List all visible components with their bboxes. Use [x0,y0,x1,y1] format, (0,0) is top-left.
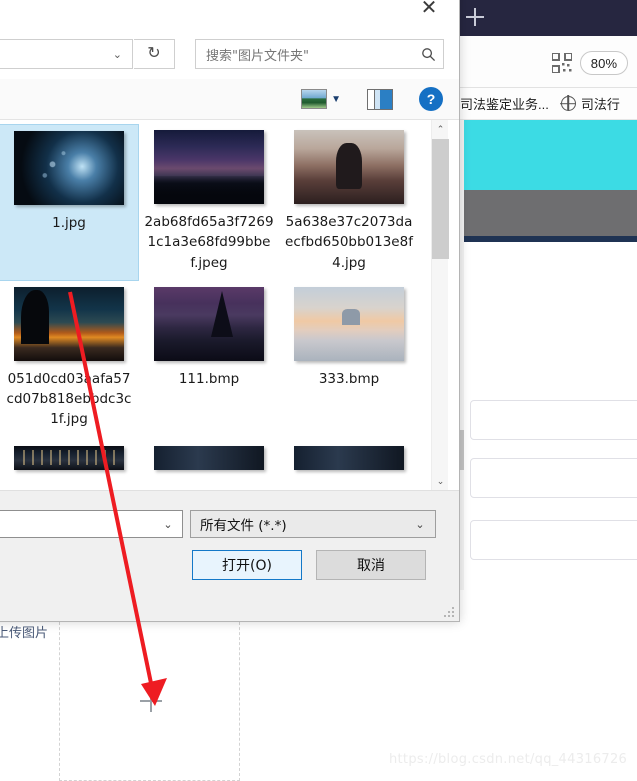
address-bar[interactable]: ⌄ [0,39,133,69]
file-thumbnail [294,286,404,361]
screen-root: 80% 司法鉴定业务... 司法行 上传图片 https://blog.csdn… [0,0,637,781]
search-input[interactable]: 搜索"图片文件夹" [196,45,413,64]
watermark-text: https://blog.csdn.net/qq_44316726 [389,752,628,767]
chevron-down-icon[interactable]: ⌄ [113,48,122,61]
file-item[interactable]: 1.jpg [0,124,139,281]
chevron-down-icon[interactable]: ▼ [331,94,341,105]
file-open-dialog: ✕ ⌄ ↻ 搜索"图片文件夹" ▼ ? 1.jpg 2ab68fd65a3f72… [0,0,460,622]
file-name: 5a638e37c2073daecfbd650bb013e8f4.jpg [285,214,413,271]
file-item-partial[interactable] [139,440,279,478]
file-item[interactable]: 111.bmp [139,281,279,438]
file-thumbnail [294,445,404,470]
file-thumbnail [154,130,264,204]
file-item[interactable]: 2ab68fd65a3f72691c1a3e68fd99bbef.jpeg [139,124,279,281]
file-list-area: 1.jpg 2ab68fd65a3f72691c1a3e68fd99bbef.j… [0,120,459,490]
form-field-1[interactable] [470,400,637,440]
upload-image-label: 上传图片 [0,626,49,641]
resize-grip[interactable] [443,606,455,618]
form-field-2[interactable] [470,458,637,498]
refresh-button[interactable]: ↻ [134,39,175,69]
file-thumbnail [154,445,264,470]
file-list-scrollbar[interactable]: ⌃ ⌄ [431,120,449,490]
dialog-titlebar: ✕ [0,0,459,31]
dialog-navigation-bar: ⌄ ↻ 搜索"图片文件夹" [0,31,459,79]
file-name: 2ab68fd65a3f72691c1a3e68fd99bbef.jpeg [144,214,274,271]
scrollbar-thumb[interactable] [432,139,449,259]
new-tab-icon[interactable] [466,8,484,26]
file-name: 111.bmp [178,370,240,387]
picture-view-icon[interactable] [301,89,328,109]
bookmark-item-0[interactable]: 司法鉴定业务... [460,94,549,113]
help-button[interactable]: ? [419,87,443,111]
scroll-up-arrow-icon[interactable]: ⌃ [432,120,449,138]
refresh-icon: ↻ [147,45,161,62]
search-box[interactable]: 搜索"图片文件夹" [195,39,444,69]
open-button[interactable]: 打开(O) [192,550,302,580]
bookmark-item-1[interactable]: 司法行 [549,94,620,113]
zoom-level-badge[interactable]: 80% [580,51,628,75]
chevron-down-icon: ⌄ [415,518,425,531]
browser-titlebar [460,0,637,36]
globe-icon [560,96,576,111]
search-icon[interactable] [413,47,443,62]
file-thumbnail [14,286,124,361]
file-name: 051d0cd03aafa57cd07b818ebbdc3c1f.jpg [6,370,132,428]
file-thumbnail [294,130,404,204]
chevron-down-icon[interactable]: ⌄ [154,518,182,531]
file-name: 333.bmp [318,370,380,387]
bookmark-label: 司法行 [580,97,620,112]
filename-input[interactable]: ⌄ [0,510,183,538]
cancel-button[interactable]: 取消 [316,550,426,580]
scroll-down-arrow-icon[interactable]: ⌄ [432,472,449,490]
page-gray-band [464,190,637,236]
dialog-footer: ⌄ 所有文件 (*.*) ⌄ 打开(O) 取消 [0,490,459,621]
file-item[interactable]: 333.bmp [279,281,419,438]
bookmark-label: 司法鉴定业务... [460,97,549,112]
preview-pane-icon[interactable] [367,88,393,110]
plus-icon[interactable] [140,690,162,712]
file-thumbnail [14,445,124,470]
page-body [464,242,637,642]
file-item-partial[interactable] [279,440,419,478]
file-name: 1.jpg [52,215,86,231]
close-icon[interactable]: ✕ [407,0,451,24]
page-hero-banner [464,120,637,190]
file-item[interactable]: 5a638e37c2073daecfbd650bb013e8f4.jpg [279,124,419,281]
filetype-value: 所有文件 (*.*) [200,518,287,534]
file-item-partial[interactable] [0,440,139,478]
form-field-3[interactable] [470,520,637,560]
file-item[interactable]: 051d0cd03aafa57cd07b818ebbdc3c1f.jpg [0,281,139,438]
dialog-toolbar: ▼ ? [0,79,459,120]
bookmark-bar: 司法鉴定业务... 司法行 [460,88,637,120]
file-thumbnail [154,286,264,361]
qr-code-icon[interactable] [552,53,572,73]
file-thumbnail [14,131,124,205]
filetype-dropdown[interactable]: 所有文件 (*.*) ⌄ [190,510,436,538]
file-grid: 1.jpg 2ab68fd65a3f72691c1a3e68fd99bbef.j… [0,124,429,478]
